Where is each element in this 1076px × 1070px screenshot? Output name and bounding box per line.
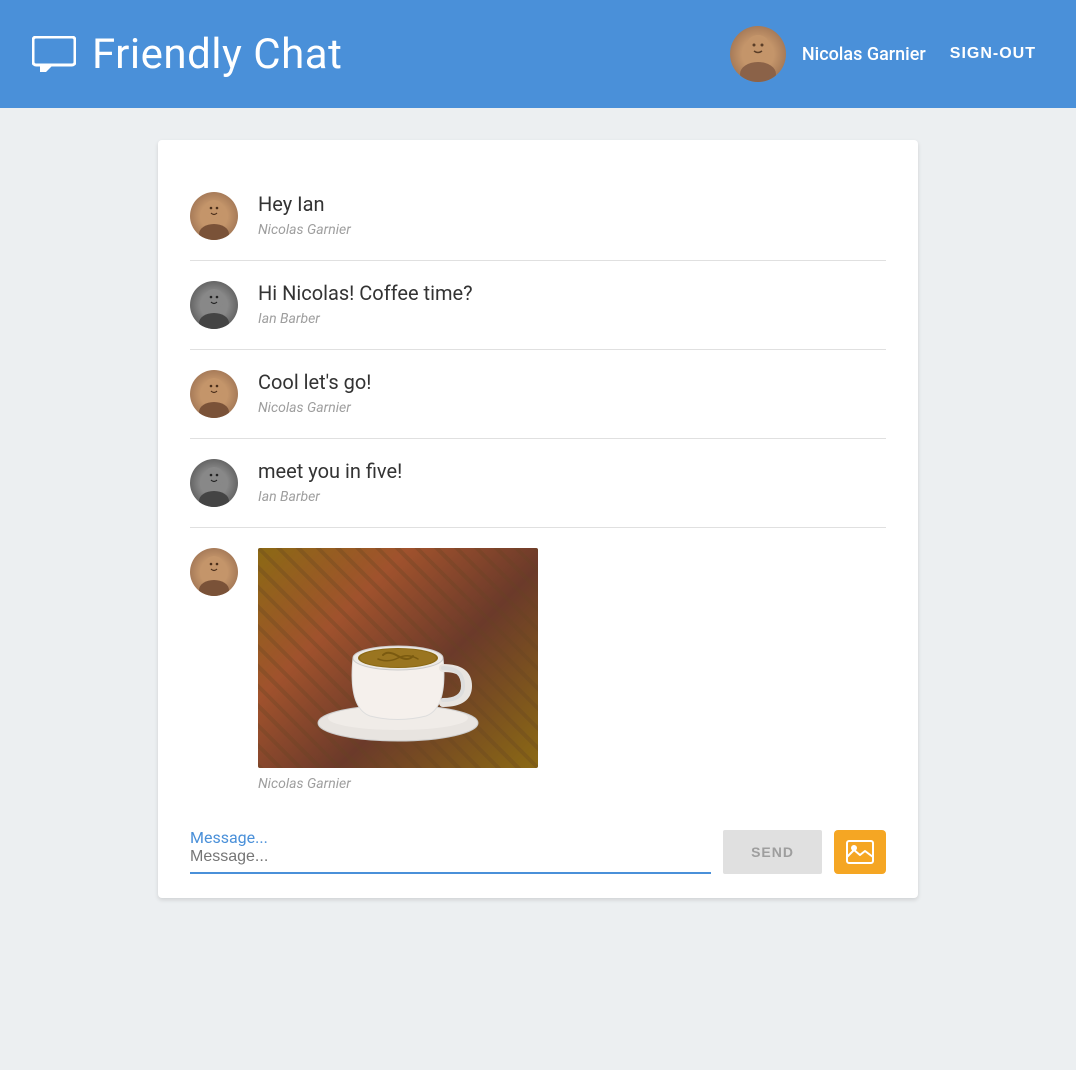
message-content: Hey Ian Nicolas Garnier	[258, 192, 886, 238]
header-avatar	[730, 26, 786, 82]
message-content: Cool let's go! Nicolas Garnier	[258, 370, 886, 416]
avatar	[190, 281, 238, 329]
table-row: meet you in five! Ian Barber	[190, 439, 886, 528]
logo-area: Friendly Chat	[32, 30, 730, 79]
message-author: Ian Barber	[258, 489, 886, 505]
sign-out-button[interactable]: SIGN-OUT	[942, 41, 1044, 67]
chat-icon	[32, 36, 76, 72]
coffee-image	[258, 548, 538, 768]
message-author: Nicolas Garnier	[258, 776, 886, 792]
header-username: Nicolas Garnier	[802, 44, 926, 65]
message-text: Cool let's go!	[258, 370, 886, 394]
avatar	[190, 548, 238, 596]
send-button[interactable]: SEND	[723, 830, 822, 874]
avatar	[190, 192, 238, 240]
main-content: Hey Ian Nicolas Garnier Hi Nicolas!	[0, 108, 1076, 930]
input-area: Message... SEND	[190, 812, 886, 874]
message-content: Nicolas Garnier	[258, 548, 886, 792]
message-content: Hi Nicolas! Coffee time? Ian Barber	[258, 281, 886, 327]
message-text: Hey Ian	[258, 192, 886, 216]
app-title: Friendly Chat	[92, 30, 342, 79]
table-row: Hi Nicolas! Coffee time? Ian Barber	[190, 261, 886, 350]
avatar	[190, 459, 238, 507]
image-icon	[846, 840, 874, 864]
table-row: Hey Ian Nicolas Garnier	[190, 172, 886, 261]
messages-list: Hey Ian Nicolas Garnier Hi Nicolas!	[190, 172, 886, 812]
coffee-cup-svg	[298, 568, 498, 748]
message-author: Nicolas Garnier	[258, 400, 886, 416]
header-user-area: Nicolas Garnier SIGN-OUT	[730, 26, 1044, 82]
message-text: Hi Nicolas! Coffee time?	[258, 281, 886, 305]
chat-card: Hey Ian Nicolas Garnier Hi Nicolas!	[158, 140, 918, 898]
image-upload-button[interactable]	[834, 830, 886, 874]
table-row: Cool let's go! Nicolas Garnier	[190, 350, 886, 439]
avatar	[190, 370, 238, 418]
message-author: Ian Barber	[258, 311, 886, 327]
message-input[interactable]	[190, 828, 711, 874]
message-author: Nicolas Garnier	[258, 222, 886, 238]
header: Friendly Chat Nicolas Garnier SIGN-OUT	[0, 0, 1076, 108]
message-content: meet you in five! Ian Barber	[258, 459, 886, 505]
message-input-wrapper: Message...	[190, 828, 711, 874]
table-row: Nicolas Garnier	[190, 528, 886, 812]
message-text: meet you in five!	[258, 459, 886, 483]
